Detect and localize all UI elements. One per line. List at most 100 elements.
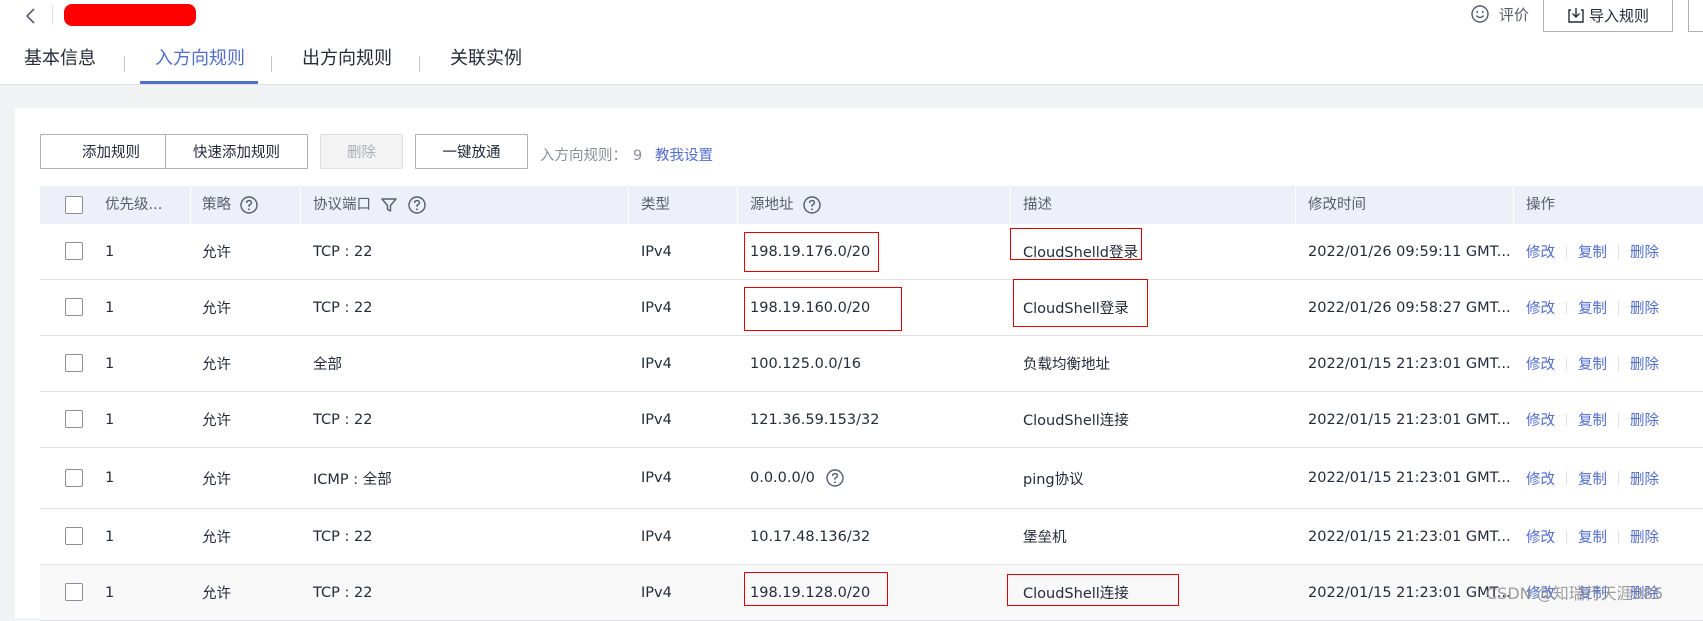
edit-link[interactable]: 修改	[1526, 526, 1555, 547]
teach-me-link[interactable]: 教我设置	[655, 144, 713, 165]
row-checkbox[interactable]	[65, 298, 83, 316]
page-header: 评价 导入规则 基本信息 入方向规则 出方向规则 关联实例	[0, 0, 1703, 85]
policy-cell: 允许	[202, 586, 231, 602]
protocol-port-cell: TCP : 22	[313, 528, 373, 545]
column-divider	[1295, 186, 1296, 224]
table-header: 优先级... 策略 协议端口 类型 源地址 描述 修改时间 操作	[40, 186, 1703, 224]
policy-cell: 允许	[202, 471, 231, 488]
modified-time-cell: 2022/01/26 09:59:11 GMT...	[1308, 243, 1511, 260]
column-header-source: 源地址	[750, 186, 822, 224]
delete-link[interactable]: 删除	[1630, 353, 1659, 374]
copy-link[interactable]: 复制	[1578, 297, 1607, 318]
description-cell: 堡垒机	[1023, 530, 1067, 546]
action-divider	[1618, 300, 1619, 315]
copy-link[interactable]: 复制	[1578, 526, 1607, 547]
tab-inbound-rules[interactable]: 入方向规则	[155, 44, 245, 82]
row-actions: 修改 复制 删除	[1526, 336, 1659, 391]
redacted-page-title	[64, 4, 196, 26]
one-click-open-button[interactable]: 一键放通	[415, 134, 528, 169]
row-actions: 修改 复制 删除	[1526, 280, 1659, 335]
protocol-port-cell: 全部	[313, 357, 342, 373]
delete-button[interactable]: 删除	[320, 134, 403, 169]
description-cell: CloudShell登录	[1023, 301, 1129, 317]
type-cell: IPv4	[641, 299, 672, 316]
policy-cell: 允许	[202, 357, 231, 373]
column-divider	[190, 186, 191, 224]
column-header-modified-time: 修改时间	[1308, 197, 1366, 213]
delete-link[interactable]: 删除	[1630, 468, 1659, 489]
table-row: 1 允许 TCP : 22 IPv4 198.19.160.0/20 Cloud…	[40, 280, 1703, 336]
modified-time-cell: 2022/01/15 21:23:01 GMT...	[1308, 411, 1511, 428]
filter-icon[interactable]	[379, 195, 399, 215]
priority-cell: 1	[105, 355, 115, 372]
delete-link[interactable]: 删除	[1630, 297, 1659, 318]
header-divider	[52, 5, 53, 25]
row-checkbox[interactable]	[65, 242, 83, 260]
column-header-priority[interactable]: 优先级...	[105, 186, 162, 224]
quick-add-rule-button[interactable]: 快速添加规则	[165, 134, 308, 169]
edit-link[interactable]: 修改	[1526, 241, 1555, 262]
table-row: 1 允许 ICMP : 全部 IPv4 0.0.0.0/0 ping协议 202…	[40, 448, 1703, 509]
edit-link[interactable]: 修改	[1526, 297, 1555, 318]
tab-associated-instances[interactable]: 关联实例	[450, 44, 522, 82]
copy-link[interactable]: 复制	[1578, 409, 1607, 430]
row-checkbox[interactable]	[65, 527, 83, 545]
type-cell: IPv4	[641, 528, 672, 545]
smiley-icon	[1471, 5, 1489, 23]
import-rules-label: 导入规则	[1588, 6, 1649, 25]
tab-divider	[419, 56, 420, 72]
policy-cell: 允许	[202, 245, 231, 261]
protocol-port-cell: TCP : 22	[313, 243, 373, 260]
delete-link[interactable]: 删除	[1630, 409, 1659, 430]
tab-basic-info[interactable]: 基本信息	[24, 44, 96, 82]
tab-outbound-rules[interactable]: 出方向规则	[302, 44, 392, 82]
add-rule-button[interactable]: 添加规则	[40, 134, 182, 169]
table-row: 1 允许 TCP : 22 IPv4 198.19.128.0/20 Cloud…	[40, 565, 1703, 621]
edit-link[interactable]: 修改	[1526, 468, 1555, 489]
protocol-port-cell: TCP : 22	[313, 411, 373, 428]
column-divider	[628, 186, 629, 224]
help-icon[interactable]	[802, 195, 822, 215]
row-checkbox[interactable]	[65, 354, 83, 372]
delete-link[interactable]: 删除	[1630, 241, 1659, 262]
source-cell: 198.19.160.0/20	[750, 299, 871, 316]
column-divider	[737, 186, 738, 224]
help-icon[interactable]	[407, 195, 427, 215]
help-icon[interactable]	[825, 468, 845, 488]
copy-link[interactable]: 复制	[1578, 241, 1607, 262]
type-cell: IPv4	[641, 355, 672, 372]
tab-divider	[271, 56, 272, 72]
edit-link[interactable]: 修改	[1526, 409, 1555, 430]
modified-time-cell: 2022/01/15 21:23:01 GMT...	[1308, 528, 1511, 545]
source-cell: 198.19.176.0/20	[750, 243, 871, 260]
priority-cell: 1	[105, 528, 115, 545]
source-cell: 198.19.128.0/20	[750, 584, 871, 601]
delete-link[interactable]: 删除	[1630, 526, 1659, 547]
column-divider	[1513, 186, 1514, 224]
import-rules-button[interactable]: 导入规则	[1543, 0, 1673, 32]
tab-divider	[124, 56, 125, 72]
copy-link[interactable]: 复制	[1578, 468, 1607, 489]
select-all-checkbox[interactable]	[65, 196, 83, 214]
help-icon[interactable]	[239, 195, 259, 215]
import-icon	[1568, 8, 1584, 23]
row-actions: 修改 复制 删除	[1526, 224, 1659, 279]
row-checkbox[interactable]	[65, 583, 83, 601]
description-cell: CloudShell连接	[1023, 413, 1129, 429]
row-actions: 修改 复制 删除	[1526, 509, 1659, 564]
row-actions: 修改 复制 删除	[1526, 392, 1659, 447]
edit-link[interactable]: 修改	[1526, 353, 1555, 374]
modified-time-cell: 2022/01/15 21:23:01 GMT...	[1308, 584, 1511, 601]
protocol-port-cell: ICMP : 全部	[313, 471, 392, 488]
rate-link[interactable]: 评价	[1470, 2, 1529, 26]
column-header-actions: 操作	[1526, 197, 1555, 213]
inbound-rule-count: 入方向规则： 9	[540, 144, 642, 165]
more-button[interactable]	[1688, 0, 1703, 32]
copy-link[interactable]: 复制	[1578, 353, 1607, 374]
column-header-type: 类型	[641, 197, 670, 213]
row-checkbox[interactable]	[65, 410, 83, 428]
description-cell: CloudShell连接	[1023, 586, 1129, 602]
row-checkbox[interactable]	[65, 469, 83, 487]
chevron-left-icon[interactable]	[22, 5, 40, 27]
policy-cell: 允许	[202, 413, 231, 429]
